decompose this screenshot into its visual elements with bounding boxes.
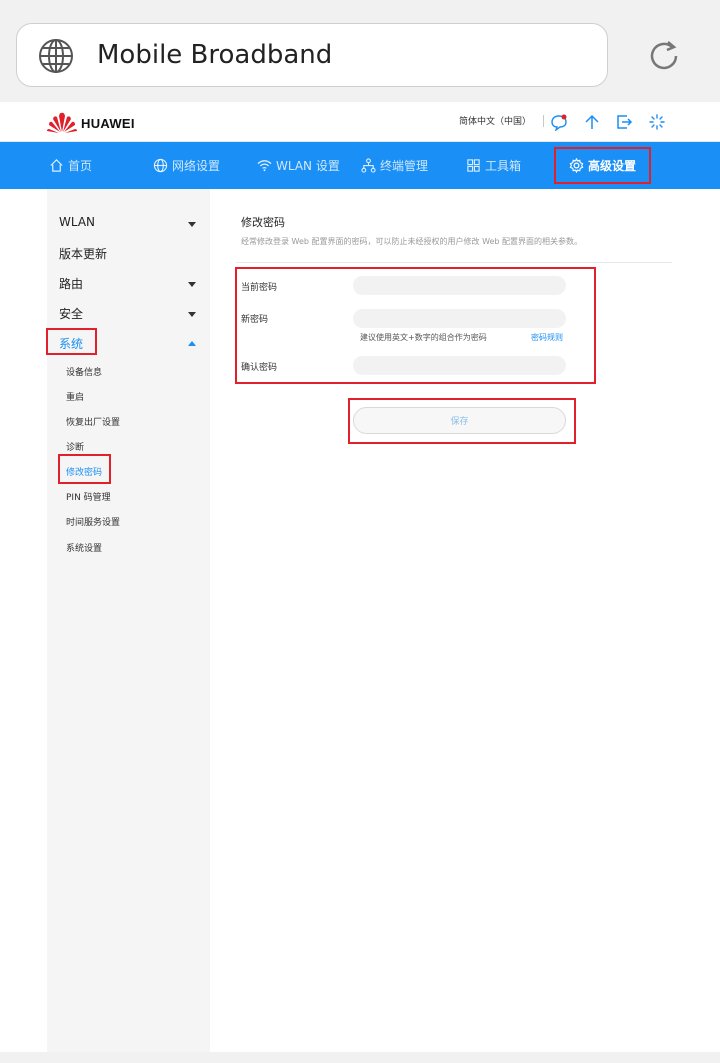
nav-network-settings[interactable]: 网络设置 — [153, 142, 220, 189]
sidebar-subitem-diagnosis[interactable]: 诊断 — [66, 440, 84, 453]
huawei-logo-icon — [47, 112, 77, 133]
sidebar-subitem-device-info[interactable]: 设备信息 — [66, 365, 102, 378]
highlight-box-save — [348, 398, 576, 444]
highlight-box-advanced — [554, 147, 651, 184]
devices-icon — [361, 158, 376, 173]
nav-home[interactable]: 首页 — [49, 142, 92, 189]
reload-icon[interactable] — [646, 38, 682, 74]
nav-toolbox[interactable]: 工具箱 — [466, 142, 521, 189]
chevron-down-icon — [188, 312, 196, 317]
router-web-page: HUAWEI 简体中文（中国） 首页 网络设置 WLAN 设置 终端管理 工具箱… — [0, 102, 720, 1052]
content-divider — [236, 262, 672, 263]
toolbox-icon — [467, 159, 480, 172]
chevron-up-icon — [188, 341, 196, 346]
sidebar-subitem-pin-management[interactable]: PIN 码管理 — [66, 490, 111, 503]
sidebar-subitem-time-service[interactable]: 时间服务设置 — [66, 515, 120, 528]
nav-device-management[interactable]: 终端管理 — [361, 142, 428, 189]
highlight-box-system — [46, 328, 97, 355]
nav-wlan-label: WLAN 设置 — [276, 159, 340, 173]
sidebar-item-wlan[interactable]: WLAN — [59, 215, 95, 229]
nav-network-label: 网络设置 — [172, 159, 221, 173]
nav-home-label: 首页 — [68, 159, 93, 173]
nav-wlan-settings[interactable]: WLAN 设置 — [257, 142, 340, 189]
sidebar-item-routing[interactable]: 路由 — [59, 275, 83, 292]
globe-icon — [39, 39, 73, 73]
upload-icon[interactable] — [583, 113, 601, 131]
language-selector[interactable]: 简体中文（中国） — [459, 114, 531, 127]
address-bar[interactable]: Mobile Broadband — [16, 23, 608, 87]
highlight-box-password-form — [235, 267, 596, 384]
chevron-down-icon — [188, 222, 196, 227]
message-icon[interactable] — [550, 113, 568, 131]
sidebar-subitem-system-settings[interactable]: 系统设置 — [66, 541, 102, 554]
browser-toolbar: Mobile Broadband — [0, 0, 720, 102]
nav-toolbox-label: 工具箱 — [485, 159, 522, 173]
page-title: Mobile Broadband — [97, 40, 333, 70]
home-icon — [50, 159, 63, 172]
sidebar: WLAN 版本更新 路由 安全 系统 设备信息 重启 恢复出厂设置 诊断 修改密… — [47, 189, 210, 1052]
sidebar-subitem-factory-reset[interactable]: 恢复出厂设置 — [66, 415, 120, 428]
sidebar-subitem-reboot[interactable]: 重启 — [66, 390, 84, 403]
top-header: HUAWEI 简体中文（中国） — [0, 102, 720, 142]
highlight-box-change-password — [58, 454, 111, 484]
chevron-down-icon — [188, 282, 196, 287]
logout-icon[interactable] — [615, 113, 633, 131]
content-description: 经常修改登录 Web 配置界面的密码，可以防止未经授权的用户修改 Web 配置界… — [241, 237, 583, 246]
header-divider — [543, 115, 544, 127]
sidebar-item-update[interactable]: 版本更新 — [59, 245, 107, 262]
content-title: 修改密码 — [241, 216, 285, 229]
globe-icon — [153, 158, 168, 173]
loading-icon — [649, 114, 665, 130]
nav-devices-label: 终端管理 — [380, 159, 429, 173]
wifi-icon — [257, 160, 272, 172]
bottom-strip — [0, 1052, 720, 1063]
brand-name: HUAWEI — [81, 116, 135, 131]
sidebar-item-security[interactable]: 安全 — [59, 305, 83, 322]
